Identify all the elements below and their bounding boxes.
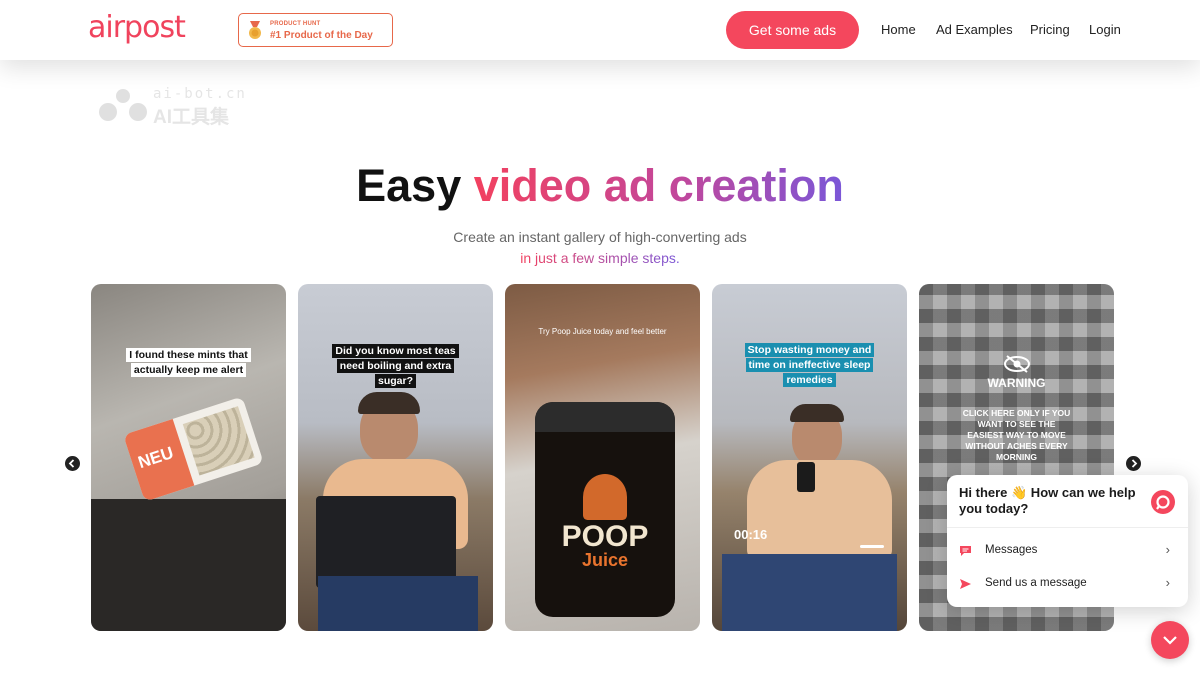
- hero-title-gradient: video ad creation: [473, 160, 844, 211]
- carousel-prev-button[interactable]: [65, 456, 80, 471]
- chat-send-message-item[interactable]: Send us a message ›: [947, 569, 1188, 599]
- eye-slash-icon: [1004, 355, 1030, 373]
- hero-subtitle: Create an instant gallery of high-conver…: [453, 229, 747, 245]
- chat-toggle-button[interactable]: [1151, 621, 1189, 659]
- chevron-down-icon: [1163, 636, 1177, 645]
- video-timestamp: 00:16: [734, 527, 768, 542]
- warning-body: CLICK HERE ONLY IF YOU WANT TO SEE THE E…: [962, 408, 1071, 462]
- chat-brand-icon: [1156, 495, 1170, 510]
- ad-card-poop-juice[interactable]: POOP Juice Try Poop Juice today and feel…: [505, 284, 700, 631]
- medal-icon: [249, 21, 261, 39]
- nav-ad-examples[interactable]: Ad Examples: [936, 22, 1013, 37]
- watermark-name: AI工具集: [153, 107, 230, 128]
- chat-messages-label: Messages: [985, 544, 1038, 556]
- card-caption: Stop wasting money and time on ineffecti…: [712, 343, 907, 388]
- nav-pricing[interactable]: Pricing: [1030, 22, 1070, 37]
- chevron-left-icon: [68, 459, 75, 468]
- card-caption: Try Poop Juice today and feel better: [538, 327, 667, 336]
- watermark-logo-icon: [99, 89, 147, 121]
- laptop: [316, 496, 456, 588]
- card-caption: Did you know most teas need boiling and …: [298, 344, 493, 389]
- chat-widget: Hi there 👋 How can we help you today? Me…: [947, 475, 1188, 607]
- chat-greeting: Hi there 👋 How can we help you today?: [959, 485, 1136, 516]
- card-dark-surface: [91, 499, 286, 631]
- ad-card-mints[interactable]: NEU I found these mints that actually ke…: [91, 284, 286, 631]
- product-jar: POOP Juice: [535, 402, 675, 617]
- ad-card-teas[interactable]: Did you know most teas need boiling and …: [298, 284, 493, 631]
- chevron-right-icon: ›: [1165, 575, 1170, 590]
- badge-title: #1 Product of the Day: [270, 30, 373, 41]
- product-hunt-badge[interactable]: PRODUCT HUNT #1 Product of the Day: [238, 13, 393, 47]
- card-caption: I found these mints that actually keep m…: [91, 348, 286, 378]
- hero-subtitle-accent: in just a few simple steps.: [520, 250, 680, 266]
- hero-title-plain: Easy: [356, 160, 474, 211]
- nav-login[interactable]: Login: [1089, 22, 1121, 37]
- badge-caption: PRODUCT HUNT: [270, 21, 321, 27]
- chat-brand-logo: [1151, 490, 1175, 514]
- warning-title: WARNING: [987, 376, 1046, 390]
- chevron-right-icon: [1131, 459, 1138, 468]
- hero-title: Easy video ad creation: [0, 160, 1200, 212]
- get-ads-button[interactable]: Get some ads: [726, 11, 859, 49]
- chat-messages-item[interactable]: Messages ›: [947, 536, 1188, 566]
- nav-home[interactable]: Home: [881, 22, 916, 37]
- watermark-domain: ai-bot.cn: [153, 86, 247, 102]
- mint-tin: NEU: [123, 396, 264, 502]
- send-icon: [960, 579, 971, 589]
- carousel-next-button[interactable]: [1126, 456, 1141, 471]
- site-header: airpost PRODUCT HUNT #1 Product of the D…: [0, 0, 1200, 60]
- message-icon: [960, 546, 971, 556]
- logo[interactable]: airpost: [88, 10, 186, 45]
- phone: [797, 462, 815, 492]
- ad-card-sleep[interactable]: 00:16 Stop wasting money and time on ine…: [712, 284, 907, 631]
- video-progress: [860, 545, 884, 548]
- chat-send-label: Send us a message: [985, 577, 1087, 589]
- chevron-right-icon: ›: [1165, 542, 1170, 557]
